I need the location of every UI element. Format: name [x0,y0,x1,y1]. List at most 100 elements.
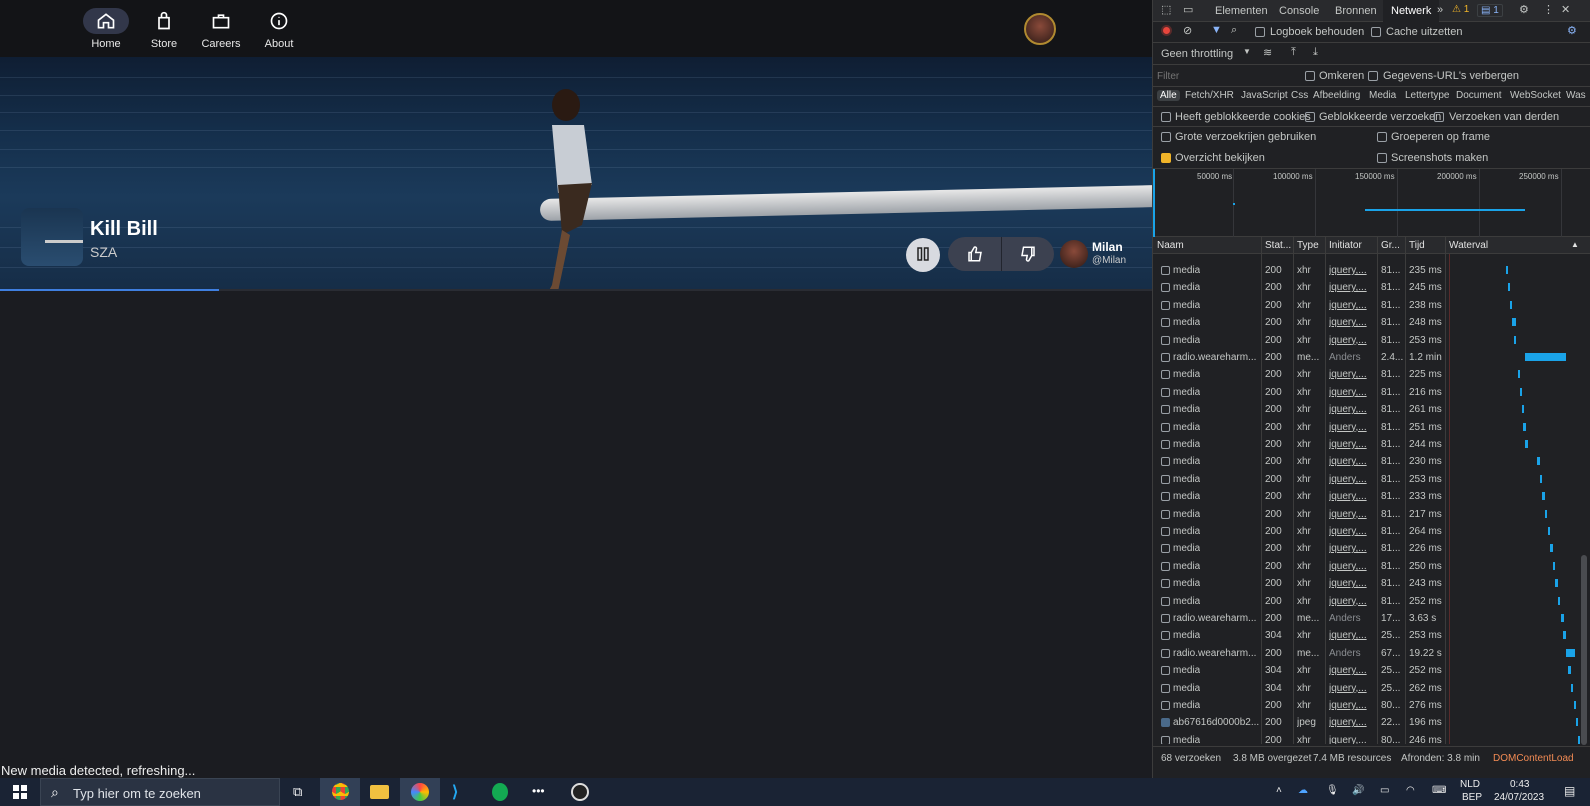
nav-store[interactable]: Store [134,8,194,50]
filter-css[interactable]: Css [1291,90,1308,101]
network-request-row[interactable]: media 200 xhr jquery,... 81... 261 ms [1153,401,1590,418]
network-request-row[interactable]: media 200 xhr jquery,... 81... 244 ms [1153,436,1590,453]
battery-icon[interactable]: ▭ [1380,785,1389,796]
network-request-row[interactable]: media 200 xhr jquery,... 81... 245 ms [1153,279,1590,296]
throttling-select[interactable]: Geen throttling [1161,48,1233,60]
network-request-row[interactable]: media 200 xhr jquery,... 80... 276 ms [1153,697,1590,714]
kebab-menu-icon[interactable]: ⋮ [1543,3,1554,16]
taskbar-search[interactable]: ⌕ Typ hier om te zoeken [40,778,280,806]
download-har-icon[interactable]: ⤓ [1313,46,1318,59]
volume-icon[interactable]: 🔊 [1352,785,1364,796]
disable-cache-checkbox[interactable] [1371,27,1381,37]
col-name[interactable]: Naam [1157,240,1184,251]
chevron-up-icon[interactable]: ˄ [1276,785,1282,796]
tab-elements[interactable]: Elementen [1215,5,1268,17]
clock-date[interactable]: 24/07/2023 [1494,792,1544,803]
filter-wasm[interactable]: Was [1566,90,1586,101]
taskbar-mongodb[interactable] [480,778,520,806]
filter-all[interactable]: Alle [1157,90,1180,101]
pause-button[interactable] [906,238,940,272]
start-button[interactable] [0,778,40,806]
network-request-row[interactable]: media 200 xhr jquery,... 81... 216 ms [1153,384,1590,401]
keyboard-icon[interactable]: ⌨ [1432,785,1446,796]
network-request-row[interactable]: media 200 xhr jquery,... 80... 246 ms [1153,732,1590,744]
table-scrollbar[interactable] [1581,265,1587,745]
messages-badge[interactable]: ▤ 1 [1477,4,1503,17]
task-view-button[interactable]: ⧉ [280,778,320,806]
taskbar-chrome[interactable] [320,778,360,806]
network-request-row[interactable]: media 200 xhr jquery,... 81... 235 ms [1153,262,1590,279]
onedrive-icon[interactable]: ☁ [1298,785,1308,796]
col-initiator[interactable]: Initiator [1329,240,1362,251]
network-request-row[interactable]: media 200 xhr jquery,... 81... 225 ms [1153,366,1590,383]
network-request-row[interactable]: media 200 xhr jquery,... 81... 238 ms [1153,297,1590,314]
network-request-row[interactable]: media 304 xhr jquery,... 25... 252 ms [1153,662,1590,679]
more-tabs-icon[interactable]: » [1437,4,1443,16]
filter-media[interactable]: Media [1369,90,1396,101]
col-status[interactable]: Stat... [1265,240,1291,251]
network-request-row[interactable]: media 200 xhr jquery,... 81... 243 ms [1153,575,1590,592]
taskbar-vscode[interactable]: ⟩ [440,778,480,806]
microphone-icon[interactable]: 🎙 [1326,785,1339,796]
network-request-row[interactable]: media 200 xhr jquery,... 81... 253 ms [1153,471,1590,488]
user-avatar[interactable] [1024,13,1056,45]
search-icon[interactable]: ⌕ [1231,24,1237,37]
network-request-row[interactable]: media 200 xhr jquery,... 81... 248 ms [1153,314,1590,331]
network-overview[interactable]: 50000 ms 100000 ms 150000 ms 200000 ms 2… [1153,169,1590,237]
col-time[interactable]: Tijd [1409,240,1425,251]
inspect-icon[interactable]: ⬚ [1161,3,1171,16]
settings-icon[interactable]: ⚙ [1519,3,1529,16]
network-settings-icon[interactable]: ⚙ [1567,24,1577,37]
network-request-row[interactable]: media 200 xhr jquery,... 81... 251 ms [1153,419,1590,436]
network-request-row[interactable]: media 200 xhr jquery,... 81... 250 ms [1153,558,1590,575]
invert-checkbox[interactable] [1305,71,1315,81]
network-request-row[interactable]: media 200 xhr jquery,... 81... 233 ms [1153,488,1590,505]
tab-sources[interactable]: Bronnen [1335,5,1377,17]
large-rows-checkbox[interactable] [1161,132,1171,142]
taskbar-app-dots[interactable]: ••• [520,778,560,806]
filter-img[interactable]: Afbeelding [1313,90,1360,101]
device-toggle-icon[interactable]: ▭ [1183,3,1193,16]
blocked-cookies-checkbox[interactable] [1161,112,1171,122]
filter-doc[interactable]: Document [1456,90,1502,101]
filter-icon[interactable]: ▼ [1211,24,1222,36]
network-request-row[interactable]: media 200 xhr jquery,... 81... 264 ms [1153,523,1590,540]
filter-js[interactable]: JavaScript [1241,90,1288,101]
network-request-row[interactable]: media 200 xhr jquery,... 81... 252 ms [1153,593,1590,610]
record-icon[interactable] [1161,25,1172,36]
network-request-row[interactable]: media 304 xhr jquery,... 25... 253 ms [1153,627,1590,644]
filter-fetch-xhr[interactable]: Fetch/XHR [1185,90,1234,101]
network-request-row[interactable]: ab67616d0000b2... 200 jpeg jquery,... 22... 1… [1153,714,1590,731]
group-by-frame-checkbox[interactable] [1377,132,1387,142]
col-type[interactable]: Type [1297,240,1319,251]
network-request-row[interactable]: radio.weareharm... 200 me... Anders 17... 3.6… [1153,610,1590,627]
taskbar-explorer[interactable] [360,778,400,806]
network-request-row[interactable]: media 304 xhr jquery,... 25... 262 ms [1153,680,1590,697]
screenshots-checkbox[interactable] [1377,153,1387,163]
downvote-button[interactable] [1001,237,1054,271]
filter-ws[interactable]: WebSocket [1510,90,1561,101]
network-request-row[interactable]: media 200 xhr jquery,... 81... 253 ms [1153,332,1590,349]
wifi-icon[interactable]: ◠ [1406,785,1415,796]
notification-icon[interactable]: ▤ [1564,784,1575,798]
col-waterfall[interactable]: Waterval [1449,240,1488,251]
blocked-requests-checkbox[interactable] [1305,112,1315,122]
filter-input[interactable] [1157,69,1295,84]
upload-har-icon[interactable]: ⤒ [1291,46,1296,59]
network-request-row[interactable]: media 200 xhr jquery,... 81... 226 ms [1153,540,1590,557]
show-overview-checkbox[interactable] [1161,153,1171,163]
upvote-button[interactable] [948,237,1001,271]
nav-about[interactable]: About [249,8,309,50]
network-request-row[interactable]: media 200 xhr jquery,... 81... 230 ms [1153,453,1590,470]
tab-network[interactable]: Netwerk [1383,0,1440,22]
taskbar-app-colorful[interactable] [400,778,440,806]
clear-icon[interactable]: ⊘ [1183,24,1192,37]
wifi-conditions-icon[interactable]: ≋ [1263,46,1272,59]
hide-data-urls-checkbox[interactable] [1368,71,1378,81]
filter-font[interactable]: Lettertype [1405,90,1449,101]
close-icon[interactable]: ✕ [1561,3,1570,16]
third-party-checkbox[interactable] [1434,112,1444,122]
network-request-row[interactable]: radio.weareharm... 200 me... Anders 2.4... 1.… [1153,349,1590,366]
keyboard-layout[interactable]: BEP [1462,792,1482,803]
tab-console[interactable]: Console [1279,5,1319,17]
